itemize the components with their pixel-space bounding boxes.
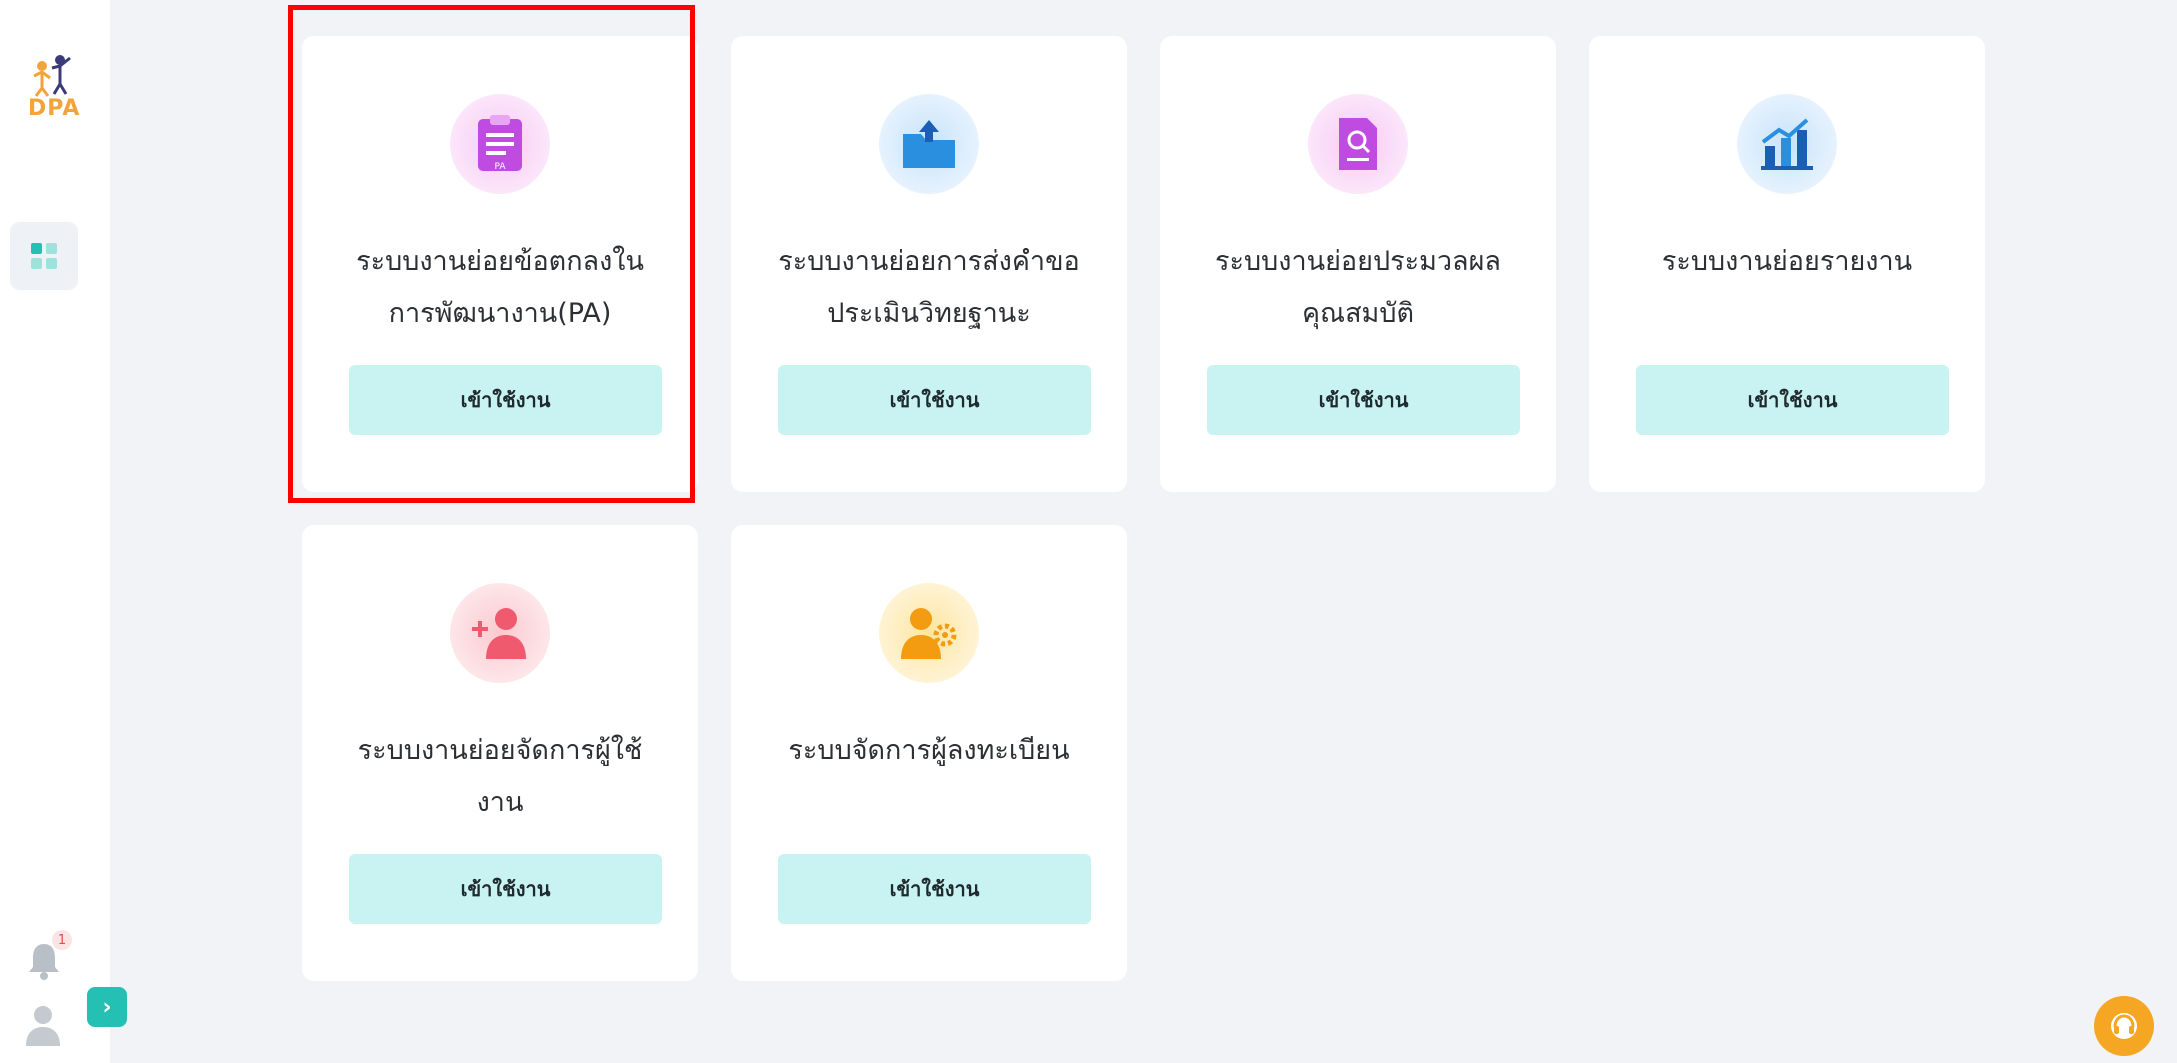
card-title: ระบบงานย่อยจัดการผู้ใช้ งาน — [332, 725, 668, 829]
user-settings-icon — [879, 583, 979, 683]
upload-folder-icon — [879, 94, 979, 194]
card-registrant-management: ระบบจัดการผู้ลงทะเบียน เข้าใช้งาน — [731, 525, 1127, 981]
dpa-logo[interactable]: DPA — [20, 52, 92, 136]
card-qualification: ระบบงานย่อยประมวลผล คุณสมบัติ เข้าใช้งาน — [1160, 36, 1556, 492]
card-pa: PA ระบบงานย่อยข้อตกลงใน การพัฒนางาน(PA) … — [302, 36, 698, 492]
card-title: ระบบงานย่อยข้อตกลงใน การพัฒนางาน(PA) — [332, 236, 668, 340]
card-title-line1: ระบบจัดการผู้ลงทะเบียน — [788, 735, 1070, 766]
card-title-line2: คุณสมบัติ — [1301, 298, 1415, 329]
card-title-line1: ระบบงานย่อยจัดการผู้ใช้ — [357, 735, 643, 766]
logo-figures-icon — [33, 55, 71, 97]
enter-button[interactable]: เข้าใช้งาน — [1207, 365, 1520, 435]
card-user-management: ระบบงานย่อยจัดการผู้ใช้ งาน เข้าใช้งาน — [302, 525, 698, 981]
card-title: ระบบจัดการผู้ลงทะเบียน — [761, 725, 1097, 777]
bar-chart-icon — [1737, 94, 1837, 194]
logo-text: DPA — [28, 96, 81, 121]
add-user-icon — [450, 583, 550, 683]
card-title-line1: ระบบงานย่อยการส่งคำขอ — [778, 246, 1080, 277]
document-search-icon — [1308, 94, 1408, 194]
clipboard-icon: PA — [450, 94, 550, 194]
card-title: ระบบงานย่อยการส่งคำขอ ประเมินวิทยฐานะ — [761, 236, 1097, 340]
card-title-line1: ระบบงานย่อยรายงาน — [1661, 246, 1913, 277]
card-title-line2: ประเมินวิทยฐานะ — [827, 298, 1031, 329]
notification-badge: 1 — [52, 930, 72, 950]
dashboard-nav-button[interactable] — [10, 222, 78, 290]
help-support-button[interactable] — [2094, 996, 2154, 1056]
enter-button[interactable]: เข้าใช้งาน — [349, 365, 662, 435]
enter-button[interactable]: เข้าใช้งาน — [778, 365, 1091, 435]
chevron-right-icon: › — [102, 994, 112, 1020]
card-title-line1: ระบบงานย่อยประมวลผล — [1215, 246, 1501, 277]
enter-button[interactable]: เข้าใช้งาน — [1636, 365, 1949, 435]
grid-icon — [31, 243, 57, 269]
expand-sidebar-button[interactable]: › — [87, 987, 127, 1027]
card-title: ระบบงานย่อยประมวลผล คุณสมบัติ — [1190, 236, 1526, 340]
card-evaluation-request: ระบบงานย่อยการส่งคำขอ ประเมินวิทยฐานะ เข… — [731, 36, 1127, 492]
enter-button[interactable]: เข้าใช้งาน — [778, 854, 1091, 924]
card-title-line2: งาน — [476, 787, 524, 818]
sidebar: DPA 1 — [0, 0, 110, 1063]
card-report: ระบบงานย่อยรายงาน เข้าใช้งาน — [1589, 36, 1985, 492]
card-title: ระบบงานย่อยรายงาน — [1619, 236, 1955, 288]
svg-text:PA: PA — [494, 162, 506, 172]
card-title-line1: ระบบงานย่อยข้อตกลงใน — [356, 246, 644, 277]
headset-icon — [2111, 1013, 2137, 1039]
card-title-line2: การพัฒนางาน(PA) — [388, 298, 612, 329]
user-avatar-icon[interactable] — [24, 1004, 62, 1046]
enter-button[interactable]: เข้าใช้งาน — [349, 854, 662, 924]
